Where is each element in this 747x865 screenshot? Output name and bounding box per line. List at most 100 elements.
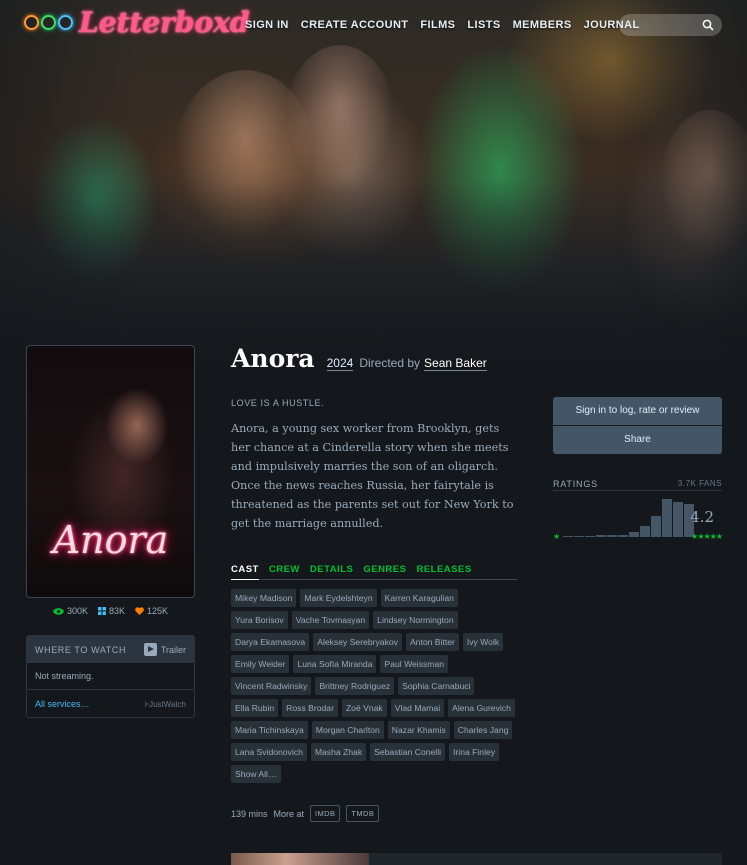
- eye-icon: [53, 607, 64, 615]
- cast-chip[interactable]: Lana Svidonovich: [231, 743, 307, 761]
- histogram-bar[interactable]: [607, 535, 617, 537]
- cast-chip[interactable]: Anton Bitter: [405, 633, 459, 651]
- main-nav: SIGN IN CREATE ACCOUNT FILMS LISTS MEMBE…: [245, 19, 640, 31]
- cast-chip[interactable]: Emily Weider: [231, 655, 290, 673]
- histogram-bar[interactable]: [673, 502, 683, 537]
- play-icon: [143, 643, 157, 656]
- min-rating-star-icon: ★: [553, 532, 561, 541]
- watched-stat[interactable]: 300K: [53, 606, 88, 616]
- film-title: Anora: [231, 344, 315, 373]
- histogram-bar[interactable]: [596, 535, 606, 537]
- cast-chip[interactable]: Sebastian Conelli: [370, 743, 446, 761]
- average-rating[interactable]: 4.2: [690, 508, 714, 526]
- nav-films[interactable]: FILMS: [420, 19, 455, 31]
- ratings-panel: RATINGS 3.7K FANS ★ 4.2 ★★★★★: [553, 479, 723, 541]
- cast-chip[interactable]: Vache Tovmasyan: [291, 611, 370, 629]
- sign-in-to-log-button[interactable]: Sign in to log, rate or review: [553, 397, 722, 425]
- cast-chip[interactable]: Mikey Madison: [231, 589, 297, 607]
- nav-members[interactable]: MEMBERS: [513, 19, 572, 31]
- site-header: Letterboxd SIGN IN CREATE ACCOUNT FILMS …: [0, 0, 747, 50]
- film-synopsis: Anora, a young sex worker from Brooklyn,…: [231, 422, 514, 530]
- cast-chip[interactable]: Ella Rubin: [231, 699, 279, 717]
- streaming-status: Not streaming.: [27, 663, 194, 690]
- cast-chip[interactable]: Alena Gurevich: [448, 699, 515, 717]
- cast-chip[interactable]: Vincent Radwinsky: [231, 677, 312, 695]
- cast-chip[interactable]: Ivy Wolk: [462, 633, 504, 651]
- tab-genres[interactable]: GENRES: [363, 564, 406, 579]
- directed-by-label: Directed by: [359, 356, 421, 370]
- cast-chip[interactable]: Brittney Rodriguez: [315, 677, 395, 695]
- tab-details[interactable]: DETAILS: [310, 564, 353, 579]
- cast-chip[interactable]: Lindsey Normington: [373, 611, 458, 629]
- likes-stat[interactable]: 125K: [135, 606, 168, 616]
- more-at-label: More at: [273, 808, 305, 819]
- show-all-cast-button[interactable]: Show All…: [231, 765, 281, 783]
- cast-chip[interactable]: Nazar Khamis: [387, 721, 450, 739]
- cast-chip[interactable]: Mark Eydelshteyn: [300, 589, 377, 607]
- logo-dots-icon: [24, 15, 73, 30]
- where-to-watch-heading: WHERE TO WATCH: [35, 644, 127, 655]
- tab-cast[interactable]: CAST: [231, 564, 259, 580]
- histogram-bar[interactable]: [585, 536, 595, 537]
- search-box: [619, 14, 722, 36]
- cast-chip[interactable]: Morgan Charlton: [311, 721, 384, 739]
- film-year-link[interactable]: 2024: [326, 356, 354, 371]
- search-icon[interactable]: [702, 19, 714, 31]
- related-thumbnail[interactable]: [231, 853, 369, 865]
- tab-crew[interactable]: CREW: [269, 564, 300, 579]
- nav-lists[interactable]: LISTS: [467, 19, 500, 31]
- cast-chip[interactable]: Luna Sofía Miranda: [293, 655, 377, 673]
- cast-chip[interactable]: Darya Ekamasova: [231, 633, 310, 651]
- site-logo[interactable]: Letterboxd: [24, 6, 249, 39]
- cast-chip[interactable]: Karren Karagulian: [380, 589, 458, 607]
- max-rating-stars-icon: ★★★★★: [691, 532, 723, 541]
- film-header: Anora 2024 Directed by Sean Baker: [231, 344, 487, 373]
- cast-chip[interactable]: Aleksey Serebryakov: [313, 633, 402, 651]
- cast-chip[interactable]: Zoë Vnak: [341, 699, 387, 717]
- lists-count: 83K: [108, 606, 125, 616]
- where-to-watch-footer: All services… ⊧JustWatch: [27, 690, 194, 718]
- logo-wordmark: Letterboxd: [79, 6, 250, 39]
- director-link[interactable]: Sean Baker: [424, 356, 487, 371]
- cast-chip[interactable]: Maria Tichinskaya: [231, 721, 308, 739]
- cast-chip[interactable]: Irina Finley: [449, 743, 500, 761]
- fans-link[interactable]: 3.7K FANS: [678, 479, 722, 488]
- trailer-button[interactable]: Trailer: [143, 643, 186, 656]
- film-runtime-row: 139 mins More at IMDB TMDB: [231, 805, 380, 822]
- tab-releases[interactable]: RELEASES: [416, 564, 471, 579]
- cast-chip[interactable]: Ross Brodar: [282, 699, 338, 717]
- logo-dot-blue: [58, 15, 73, 30]
- histogram-bar[interactable]: [662, 499, 672, 537]
- justwatch-label: JustWatch: [148, 699, 186, 709]
- cast-chip[interactable]: Sophia Carnabuci: [398, 677, 475, 695]
- justwatch-credit[interactable]: ⊧JustWatch: [145, 700, 186, 709]
- cast-chip[interactable]: Masha Zhak: [310, 743, 367, 761]
- backdrop-fade: [0, 0, 747, 400]
- likes-count: 125K: [147, 606, 169, 616]
- cast-list: Mikey Madison Mark Eydelshteyn Karren Ka…: [231, 589, 517, 783]
- histogram-bar[interactable]: [640, 526, 650, 537]
- all-services-link[interactable]: All services…: [35, 699, 90, 709]
- cast-chip[interactable]: Vlad Mamai: [390, 699, 445, 717]
- film-tabs: CAST CREW DETAILS GENRES RELEASES: [231, 564, 517, 580]
- tmdb-link[interactable]: TMDB: [346, 805, 380, 822]
- lists-stat[interactable]: 83K: [97, 606, 125, 616]
- cast-chip[interactable]: Yura Borisov: [231, 611, 288, 629]
- share-button[interactable]: Share: [553, 426, 722, 454]
- histogram-bar[interactable]: [629, 532, 639, 537]
- poster-title: Anora: [52, 518, 169, 562]
- histogram-bar[interactable]: [651, 516, 661, 537]
- logo-dot-orange: [24, 15, 39, 30]
- histogram-bar[interactable]: [618, 535, 628, 537]
- histogram-bar[interactable]: [574, 536, 584, 537]
- cast-chip[interactable]: Paul Weissman: [380, 655, 449, 673]
- backdrop-image: [0, 0, 747, 400]
- cast-chip[interactable]: Charles Jang: [453, 721, 513, 739]
- grid-icon: [97, 607, 106, 615]
- histogram-bar[interactable]: [563, 536, 573, 537]
- film-poster[interactable]: Anora: [26, 345, 195, 598]
- imdb-link[interactable]: IMDB: [310, 805, 341, 822]
- heart-icon: [135, 607, 144, 615]
- nav-create-account[interactable]: CREATE ACCOUNT: [301, 19, 409, 31]
- nav-sign-in[interactable]: SIGN IN: [245, 19, 289, 31]
